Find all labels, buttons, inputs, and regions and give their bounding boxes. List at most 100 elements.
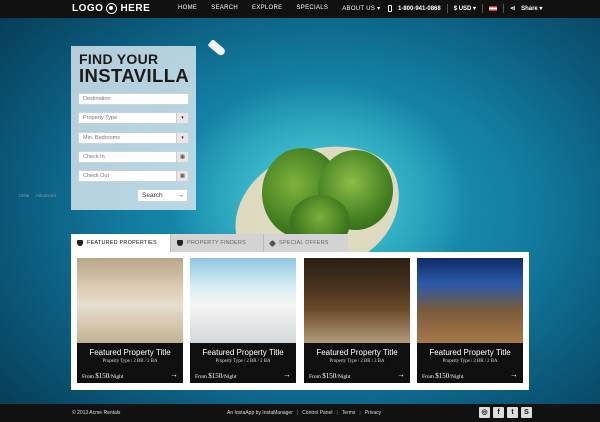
- logo[interactable]: LOGO HERE: [72, 3, 150, 14]
- nav-about-us[interactable]: ABOUT US ▾: [342, 5, 380, 12]
- check-out-value: Check Out: [83, 173, 109, 179]
- arrow-right-icon[interactable]: →: [283, 370, 291, 379]
- social-links: ◎ f t S: [479, 407, 532, 418]
- instagram-icon[interactable]: ◎: [479, 407, 490, 418]
- destination-input[interactable]: Destination: [78, 93, 189, 105]
- logo-text-right: HERE: [120, 3, 151, 14]
- search-heading-line1: FIND YOUR: [79, 51, 159, 67]
- chevron-down-icon[interactable]: ▾: [176, 133, 188, 143]
- property-meta: Property Type / 2 BR / 2 BA: [442, 359, 498, 364]
- price-amount: $150: [435, 372, 450, 380]
- property-card[interactable]: Featured Property Title Property Type / …: [304, 258, 410, 383]
- phone-number: 1-800-941-0868: [398, 5, 441, 12]
- binoculars-icon: [77, 240, 83, 246]
- arrow-right-icon[interactable]: →: [170, 370, 178, 379]
- property-price: From $150/Night: [422, 372, 463, 380]
- main-nav: HOME SEARCH EXPLORE SPECIALS ABOUT US ▾: [178, 5, 380, 12]
- top-bar: LOGO HERE HOME SEARCH EXPLORE SPECIALS A…: [0, 0, 600, 18]
- property-title[interactable]: Featured Property Title: [190, 348, 296, 357]
- search-heading-line2: INSTAVILLA: [79, 65, 190, 86]
- logo-mark-icon: [106, 3, 118, 14]
- arrow-right-icon: →: [177, 192, 184, 199]
- bedrooms-value: Min. Bedrooms: [83, 135, 120, 141]
- property-meta: Property Type / 2 BR / 2 BA: [102, 359, 158, 364]
- nav-search[interactable]: SEARCH: [211, 5, 238, 12]
- property-type-value: Property Type: [83, 115, 118, 121]
- footer-control-panel-link[interactable]: Control Panel: [302, 410, 332, 416]
- tag-icon: [268, 239, 277, 247]
- price-suffix: /Night: [109, 374, 124, 380]
- bedrooms-select[interactable]: Min. Bedrooms ▾: [78, 132, 189, 144]
- arrow-right-icon[interactable]: →: [510, 370, 518, 379]
- share-button[interactable]: Share ▾: [521, 5, 542, 12]
- property-price: From $150/Night: [195, 372, 236, 380]
- divider: [503, 4, 505, 13]
- skype-icon[interactable]: S: [521, 407, 532, 418]
- facebook-icon[interactable]: f: [493, 407, 504, 418]
- footer-privacy-link[interactable]: Privacy: [365, 410, 381, 416]
- property-card[interactable]: Featured Property Title Property Type / …: [77, 258, 183, 383]
- tab-special-offers[interactable]: SPECIAL OFFERS: [263, 234, 348, 252]
- property-meta: Property Type / 2 BR / 2 BA: [215, 359, 271, 364]
- price-amount: $150: [95, 372, 110, 380]
- price-amount: $150: [208, 372, 223, 380]
- nav-home[interactable]: HOME: [178, 5, 197, 12]
- search-button-label: Search: [142, 192, 163, 199]
- tab-label: SPECIAL OFFERS: [279, 240, 329, 246]
- top-right-controls: 1-800-941-0868 $ USD ▾ ⊲ Share ▾: [388, 4, 542, 13]
- property-card[interactable]: Featured Property Title Property Type / …: [190, 258, 296, 383]
- calendar-icon[interactable]: ▦: [176, 152, 188, 162]
- price-prefix: From: [195, 374, 209, 380]
- divider: |: [296, 410, 299, 416]
- divider: |: [336, 410, 338, 416]
- divider: |: [359, 410, 361, 416]
- check-in-input[interactable]: Check In ▦: [78, 151, 189, 163]
- footer-app-link[interactable]: An InstaApp by InstaManager: [227, 410, 293, 416]
- price-suffix: /Night: [222, 374, 237, 380]
- share-icon: ⊲: [510, 6, 516, 12]
- property-photo[interactable]: [77, 258, 183, 343]
- currency-select[interactable]: $ USD ▾: [454, 5, 476, 12]
- phone-icon: [388, 5, 392, 12]
- search-button[interactable]: Search →: [137, 189, 188, 202]
- divider: [446, 4, 448, 13]
- nav-explore[interactable]: EXPLORE: [252, 5, 282, 12]
- footer: © 2013 Acme Rentals An InstaApp by Insta…: [0, 404, 600, 422]
- check-in-value: Check In: [83, 154, 105, 160]
- property-type-select[interactable]: Property Type ▾: [78, 112, 189, 124]
- arrow-right-icon[interactable]: →: [397, 370, 405, 379]
- property-price: From $150/Night: [309, 372, 350, 380]
- tab-featured-properties[interactable]: FEATURED PROPERTIES: [71, 234, 170, 252]
- property-photo[interactable]: [417, 258, 523, 343]
- property-title[interactable]: Featured Property Title: [304, 348, 410, 357]
- tab-property-finders[interactable]: PROPERTY FINDERS: [170, 234, 263, 252]
- search-panel: FIND YOUR INSTAVILLA Destination Propert…: [71, 46, 196, 210]
- clear-link[interactable]: Clear: [19, 193, 30, 198]
- binoculars-icon: [177, 240, 183, 246]
- footer-links: An InstaApp by InstaManager | Control Pa…: [227, 410, 381, 416]
- footer-terms-link[interactable]: Terms: [342, 410, 356, 416]
- property-title[interactable]: Featured Property Title: [417, 348, 523, 357]
- featured-properties-panel: Featured Property Title Property Type / …: [71, 252, 529, 390]
- divider: [482, 4, 484, 13]
- tab-label: FEATURED PROPERTIES: [87, 240, 157, 246]
- property-photo[interactable]: [304, 258, 410, 343]
- search-links: Clear Advanced: [19, 193, 56, 198]
- twitter-icon[interactable]: t: [507, 407, 518, 418]
- chevron-down-icon[interactable]: ▾: [176, 113, 188, 123]
- check-out-input[interactable]: Check Out ▦: [78, 170, 189, 182]
- logo-text-left: LOGO: [72, 3, 104, 14]
- tab-label: PROPERTY FINDERS: [187, 240, 246, 246]
- property-tabs: FEATURED PROPERTIES PROPERTY FINDERS SPE…: [71, 234, 348, 252]
- property-title[interactable]: Featured Property Title: [77, 348, 183, 357]
- language-flag-icon[interactable]: [489, 6, 498, 11]
- advanced-link[interactable]: Advanced: [36, 193, 56, 198]
- nav-specials[interactable]: SPECIALS: [296, 5, 328, 12]
- price-prefix: From: [422, 374, 436, 380]
- calendar-icon[interactable]: ▦: [176, 171, 188, 181]
- property-photo[interactable]: [190, 258, 296, 343]
- price-suffix: /Night: [336, 374, 351, 380]
- copyright: © 2013 Acme Rentals: [72, 410, 121, 416]
- property-price: From $150/Night: [82, 372, 123, 380]
- property-card[interactable]: Featured Property Title Property Type / …: [417, 258, 523, 383]
